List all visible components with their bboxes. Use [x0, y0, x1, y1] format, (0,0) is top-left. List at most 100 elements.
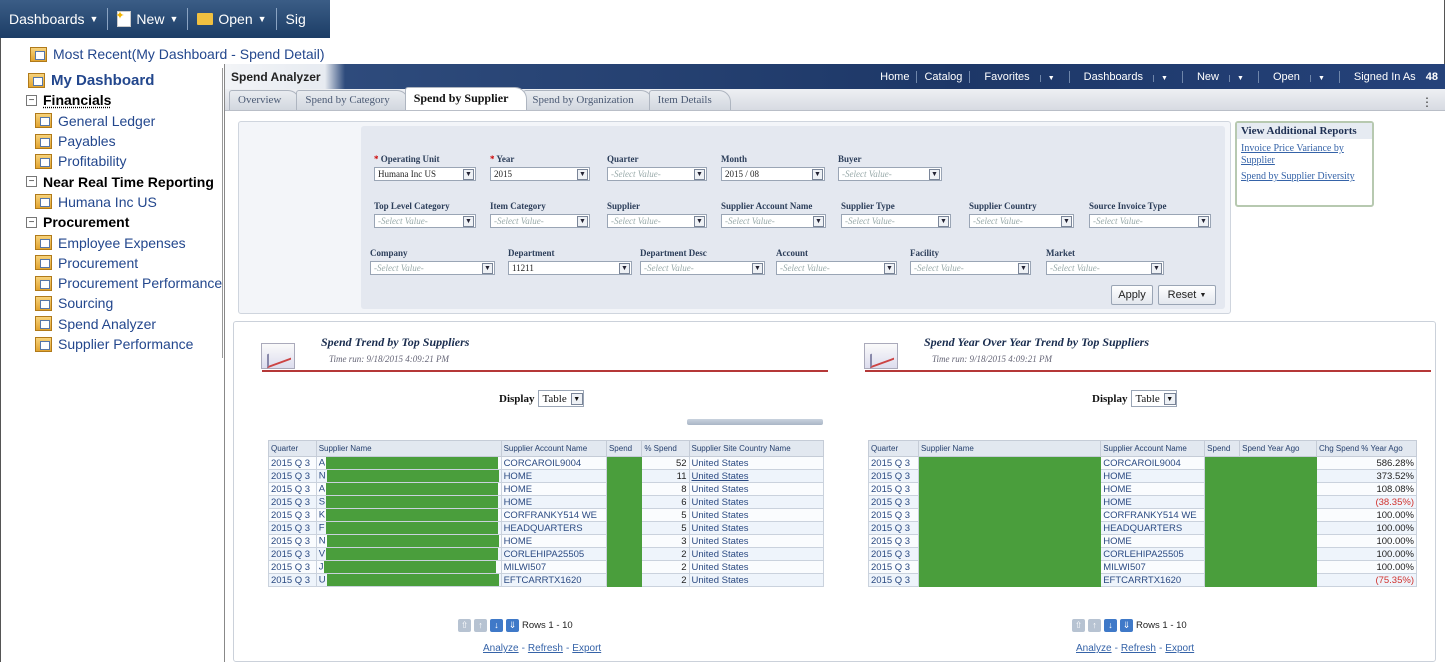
tree-item-procurement[interactable]: Procurement [28, 253, 223, 273]
dropdown-arrow-icon[interactable]: ▼ [463, 168, 474, 180]
collapse-icon[interactable]: − [26, 216, 37, 228]
new-menu[interactable]: ✦ New ▼ [108, 10, 187, 27]
company-select[interactable]: -Select Value- ▼ [370, 261, 495, 275]
dropdown-arrow-icon[interactable]: ▼ [463, 215, 474, 227]
previous-page-icon[interactable]: ↑ [474, 619, 487, 632]
dropdown-arrow-icon[interactable]: ▼ [1151, 262, 1162, 274]
most-recent-link[interactable]: Most Recent(My Dashboard - Spend Detail) [30, 46, 325, 62]
supplier-country-select[interactable]: -Select Value- ▼ [969, 214, 1074, 228]
item-category-select[interactable]: -Select Value- ▼ [490, 214, 590, 228]
apply-button[interactable]: Apply [1111, 285, 1153, 305]
dropdown-arrow-icon[interactable]: ▼ [1198, 215, 1209, 227]
month-select[interactable]: 2015 / 08 ▼ [721, 167, 825, 181]
tab-spend-by-organization[interactable]: Spend by Organization [523, 90, 653, 110]
column-header[interactable]: Spend Year Ago [1239, 440, 1318, 457]
column-header[interactable]: Supplier Account Name [1100, 440, 1206, 457]
year-select[interactable]: 2015 ▼ [490, 167, 590, 181]
tree-item-sourcing[interactable]: Sourcing [28, 293, 223, 313]
tree-item-spend-analyzer[interactable]: Spend Analyzer [28, 314, 223, 334]
tab-overview[interactable]: Overview [229, 90, 301, 110]
dropdown-arrow-icon[interactable]: ▼ [1061, 215, 1072, 227]
page-options-icon[interactable]: ⋮ [1421, 95, 1433, 109]
column-header[interactable]: Supplier Name [917, 440, 1102, 457]
column-header[interactable]: Chg Spend % Year Ago [1316, 440, 1417, 457]
tree-item-general-ledger[interactable]: General Ledger [28, 111, 223, 131]
department-select[interactable]: 11211 ▼ [508, 261, 632, 275]
column-header[interactable]: Quarter [268, 440, 317, 457]
next-page-icon[interactable]: ↓ [490, 619, 503, 632]
nav-open[interactable]: Open ▼ [1257, 70, 1339, 83]
quarter-select[interactable]: -Select Value- ▼ [607, 167, 707, 181]
display-select[interactable]: Table ▼ [1131, 390, 1177, 407]
last-page-icon[interactable]: ⇓ [506, 619, 519, 632]
collapse-icon[interactable]: − [26, 94, 37, 106]
tab-spend-by-category[interactable]: Spend by Category [296, 90, 409, 110]
display-select[interactable]: Table ▼ [538, 390, 584, 407]
nav-signed-in[interactable]: Signed In As 48 [1338, 70, 1445, 83]
buyer-select[interactable]: -Select Value- ▼ [838, 167, 942, 181]
dropdown-arrow-icon[interactable]: ▼ [812, 168, 823, 180]
dropdown-arrow-icon[interactable]: ▼ [813, 215, 824, 227]
next-page-icon[interactable]: ↓ [1104, 619, 1117, 632]
operating-unit-select[interactable]: Humana Inc US ▼ [374, 167, 476, 181]
nav-home[interactable]: Home [873, 71, 916, 83]
last-page-icon[interactable]: ⇓ [1120, 619, 1133, 632]
tree-group-procurement[interactable]: − Procurement [26, 212, 223, 232]
tree-item-my-dashboard[interactable]: My Dashboard [28, 70, 223, 90]
invoice-price-variance-link[interactable]: Invoice Price Variance by Supplier [1237, 139, 1372, 167]
tree-item-profitability[interactable]: Profitability [28, 151, 223, 171]
column-header[interactable]: Supplier Name [315, 440, 502, 457]
nav-new[interactable]: New ▼ [1181, 70, 1258, 83]
dashboards-menu[interactable]: Dashboards ▼ [0, 11, 107, 27]
first-page-icon[interactable]: ⇧ [458, 619, 471, 632]
refresh-link[interactable]: Refresh [528, 643, 563, 654]
dropdown-arrow-icon[interactable]: ▼ [619, 262, 630, 274]
cell-country[interactable]: United States [688, 469, 825, 483]
collapse-icon[interactable]: − [26, 176, 37, 188]
dropdown-arrow-icon[interactable]: ▼ [938, 215, 949, 227]
reset-button[interactable]: Reset ▼ [1158, 285, 1216, 305]
nav-catalog[interactable]: Catalog [916, 70, 969, 83]
facility-select[interactable]: -Select Value- ▼ [910, 261, 1031, 275]
tree-group-near-real-time[interactable]: − Near Real Time Reporting [26, 171, 223, 191]
export-link[interactable]: Export [572, 643, 601, 654]
first-page-icon[interactable]: ⇧ [1072, 619, 1085, 632]
column-header[interactable]: Quarter [868, 440, 919, 457]
tree-item-procurement-performance[interactable]: Procurement Performance [28, 273, 223, 293]
dropdown-arrow-icon[interactable]: ▼ [577, 215, 588, 227]
tree-item-payables[interactable]: Payables [28, 131, 223, 151]
column-header[interactable]: % Spend [641, 440, 690, 457]
tree-item-employee-expenses[interactable]: Employee Expenses [28, 232, 223, 252]
dropdown-arrow-icon[interactable]: ▼ [577, 168, 588, 180]
source-invoice-type-select[interactable]: -Select Value- ▼ [1089, 214, 1211, 228]
market-select[interactable]: -Select Value- ▼ [1046, 261, 1164, 275]
column-header[interactable]: Spend [1204, 440, 1241, 457]
top-level-category-select[interactable]: -Select Value- ▼ [374, 214, 476, 228]
horizontal-scrollbar[interactable] [687, 419, 823, 425]
dropdown-arrow-icon[interactable]: ▼ [694, 168, 705, 180]
previous-page-icon[interactable]: ↑ [1088, 619, 1101, 632]
department-desc-select[interactable]: -Select Value- ▼ [640, 261, 765, 275]
dropdown-arrow-icon[interactable]: ▼ [1163, 392, 1176, 405]
tree-item-supplier-performance[interactable]: Supplier Performance [28, 334, 223, 354]
column-header[interactable]: Spend [605, 440, 643, 457]
tab-spend-by-supplier[interactable]: Spend by Supplier [404, 87, 528, 110]
analyze-link[interactable]: Analyze [1076, 643, 1112, 654]
column-header[interactable]: Supplier Site Country Name [688, 440, 825, 457]
export-link[interactable]: Export [1165, 643, 1194, 654]
column-header[interactable]: Supplier Account Name [500, 440, 607, 457]
supplier-select[interactable]: -Select Value- ▼ [607, 214, 707, 228]
tab-item-details[interactable]: Item Details [648, 90, 731, 110]
signed-in-menu[interactable]: Sig [277, 11, 315, 27]
refresh-link[interactable]: Refresh [1121, 643, 1156, 654]
dropdown-arrow-icon[interactable]: ▼ [694, 215, 705, 227]
nav-favorites[interactable]: Favorites ▼ [969, 70, 1068, 83]
supplier-type-select[interactable]: -Select Value- ▼ [841, 214, 951, 228]
dropdown-arrow-icon[interactable]: ▼ [929, 168, 940, 180]
dropdown-arrow-icon[interactable]: ▼ [482, 262, 493, 274]
dropdown-arrow-icon[interactable]: ▼ [752, 262, 763, 274]
nav-dashboards[interactable]: Dashboards ▼ [1068, 70, 1182, 83]
tree-group-financials[interactable]: − Financials [26, 90, 223, 110]
open-menu[interactable]: Open ▼ [188, 11, 275, 27]
spend-by-supplier-diversity-link[interactable]: Spend by Supplier Diversity [1237, 167, 1372, 183]
